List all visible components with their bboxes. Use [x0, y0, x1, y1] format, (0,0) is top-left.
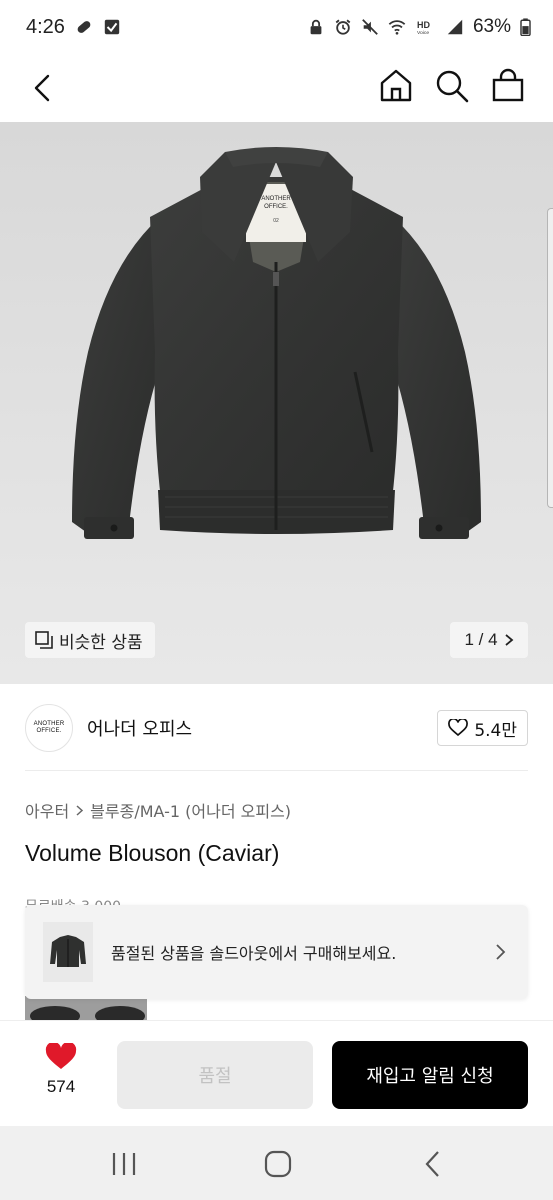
shopping-bag-icon[interactable]	[490, 66, 526, 106]
heart-filled-icon	[45, 1041, 77, 1069]
top-navigation	[0, 54, 553, 122]
wishlist-button[interactable]: 574	[36, 1041, 86, 1097]
thumbnail-peek	[25, 996, 147, 1020]
home-button-icon[interactable]	[260, 1146, 296, 1182]
similar-products-button[interactable]: 비슷한 상품	[25, 622, 155, 658]
brand-like-count: 5.4만	[474, 720, 517, 741]
chevron-right-icon[interactable]	[492, 942, 508, 962]
wishlist-count: 574	[46, 1077, 76, 1096]
lock-icon	[310, 19, 322, 35]
pager-text: 1 / 4	[464, 630, 498, 649]
heart-outline-icon	[448, 719, 469, 737]
toast-thumbnail	[43, 922, 93, 982]
search-icon[interactable]	[434, 66, 470, 106]
chevron-right-icon	[504, 634, 513, 646]
hd-voice-icon: HDVoice	[417, 20, 430, 36]
image-pager[interactable]: 1 / 4	[450, 622, 528, 658]
divider	[25, 770, 528, 771]
copy-icon	[35, 631, 53, 649]
mute-icon	[362, 19, 378, 35]
svg-text:Voice: Voice	[417, 30, 429, 36]
jacket-thumbnail-icon	[50, 935, 86, 967]
svg-text:OFFICE.: OFFICE.	[264, 204, 288, 210]
system-navigation-bar	[0, 1126, 553, 1200]
back-button-icon[interactable]	[416, 1146, 452, 1182]
jacket-product-image: ANOTHER OFFICE. 02	[72, 147, 481, 539]
status-time: 4:26	[26, 15, 65, 38]
battery-percent: 63%	[472, 16, 511, 37]
alarm-icon	[335, 19, 351, 35]
pill-icon	[77, 21, 91, 33]
brand-like-button[interactable]: 5.4만	[437, 710, 528, 746]
soldout-toast[interactable]: 품절된 상품을 솔드아웃에서 구매해보세요.	[25, 905, 528, 999]
battery-icon	[520, 18, 531, 36]
breadcrumb-category[interactable]: 아우터	[25, 798, 69, 822]
soldout-button: 품절	[117, 1041, 313, 1109]
home-icon[interactable]	[378, 66, 414, 106]
bottom-action-bar: 574 품절 재입고 알림 신청	[0, 1020, 553, 1126]
tag-brand-text: ANOTHER	[261, 196, 291, 202]
brand-row: ANOTHER OFFICE. 어나더 오피스 5.4만	[25, 700, 528, 756]
toast-message: 품절된 상품을 솔드아웃에서 구매해보세요.	[111, 944, 397, 963]
restock-alert-button[interactable]: 재입고 알림 신청	[332, 1041, 528, 1109]
signal-icon	[447, 19, 463, 35]
breadcrumb: 아우터 블루종/MA-1 (어나더 오피스)	[25, 798, 291, 822]
chevron-left-icon[interactable]	[26, 68, 62, 108]
scroll-indicator	[547, 208, 553, 508]
status-bar: 4:26 HD Voice 63%	[0, 0, 553, 54]
wifi-icon	[388, 20, 406, 35]
brand-name[interactable]: 어나더 오피스	[87, 715, 192, 741]
product-title: Volume Blouson (Caviar)	[25, 840, 280, 866]
similar-products-label: 비슷한 상품	[59, 632, 143, 653]
brand-logo[interactable]: ANOTHER OFFICE.	[25, 704, 73, 752]
breadcrumb-subcategory[interactable]: 블루종/MA-1 (어나더 오피스)	[90, 798, 291, 822]
svg-text:HD: HD	[417, 20, 430, 30]
checkbox-icon	[104, 19, 120, 35]
recent-apps-icon[interactable]	[106, 1146, 142, 1182]
product-image-carousel[interactable]: ANOTHER OFFICE. 02 비슷한 상품 1 / 4	[0, 122, 553, 684]
chevron-right-icon	[76, 804, 84, 816]
tag-size-text: 02	[273, 218, 279, 224]
